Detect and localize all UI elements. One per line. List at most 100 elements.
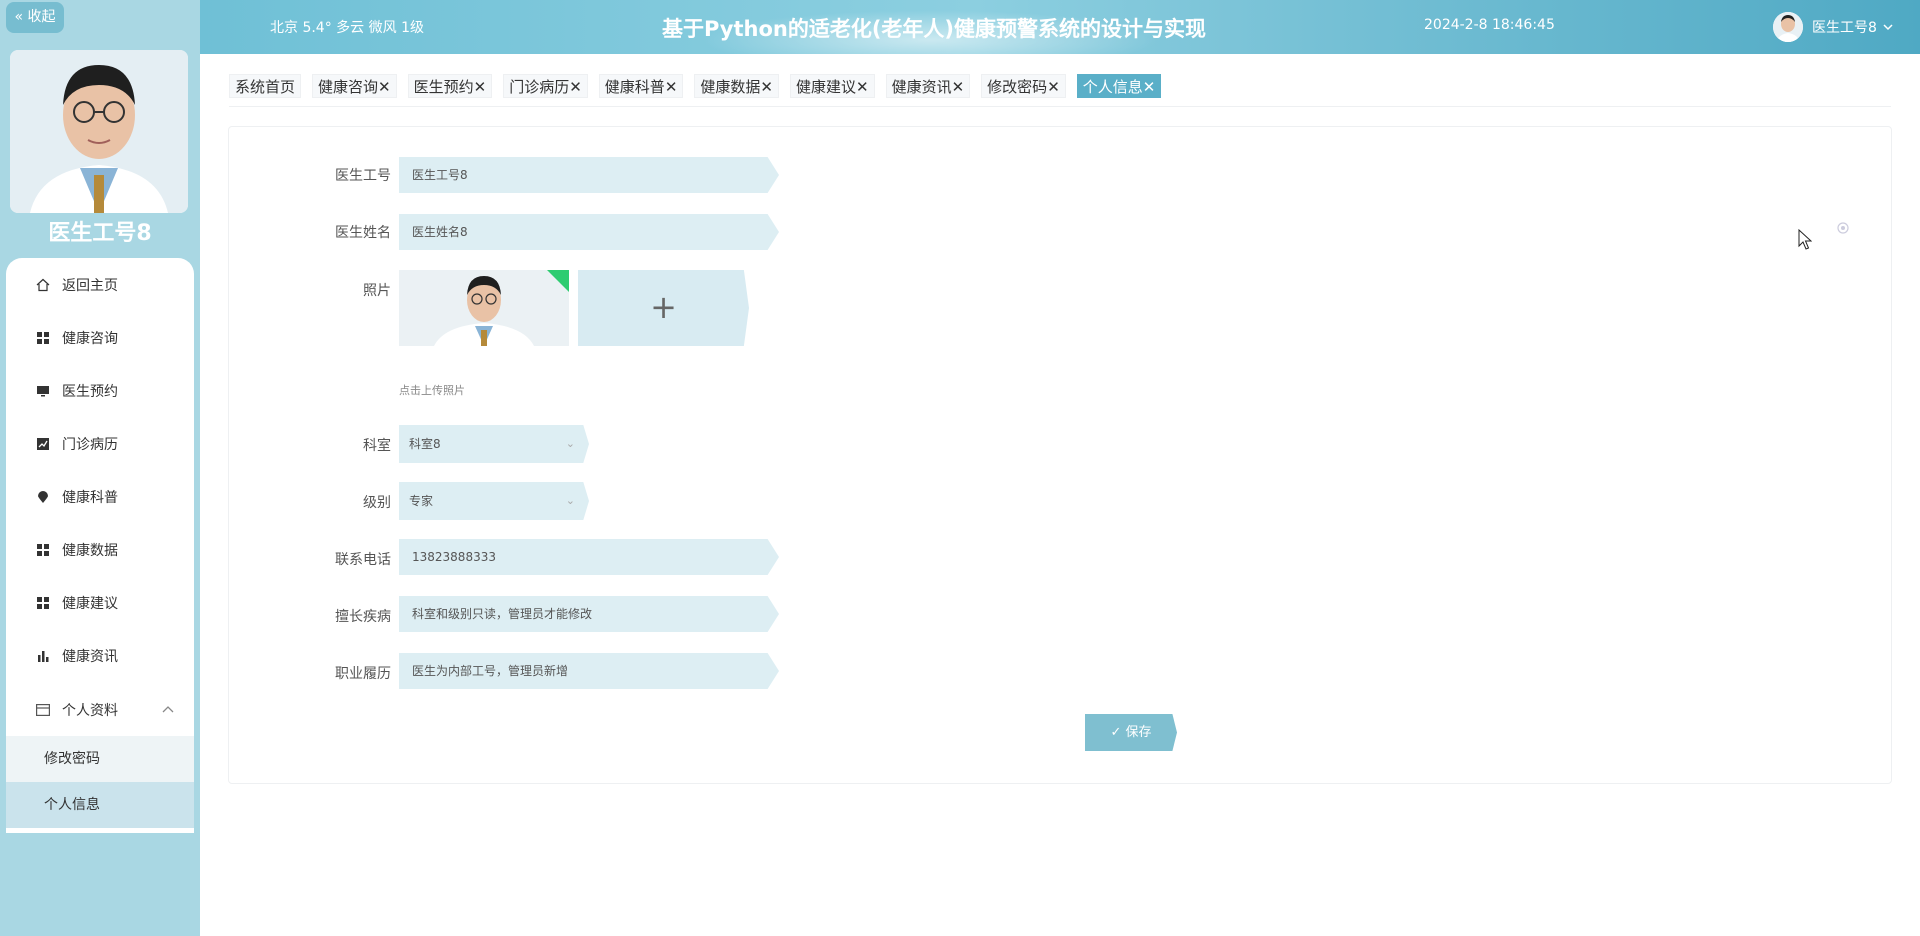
sidebar-item-label: 医生预约 xyxy=(62,383,118,400)
close-icon[interactable]: ✕ xyxy=(760,78,773,96)
close-icon[interactable]: ✕ xyxy=(1143,78,1156,96)
grid-icon xyxy=(36,331,50,345)
level-value: 专家 xyxy=(409,494,434,508)
tab-news[interactable]: 健康资讯✕ xyxy=(885,74,971,98)
tab-label: 健康建议 xyxy=(795,78,856,96)
tab-home[interactable]: 系统首页 xyxy=(229,74,302,98)
doctor-name-label: 医生姓名 xyxy=(335,225,391,241)
tab-appointment[interactable]: 医生预约✕ xyxy=(407,74,493,98)
sidebar-item-records[interactable]: 门诊病历 xyxy=(6,417,194,470)
sidebar: « 收起 医生工号8 返回主页 健康咨询 医生预约 门诊病历 健康科普 健康数据… xyxy=(0,0,200,936)
chevron-up-icon xyxy=(162,701,174,717)
grid-icon xyxy=(36,543,50,557)
tab-divider xyxy=(229,106,1891,107)
tab-data[interactable]: 健康数据✕ xyxy=(694,74,779,98)
tab-label: 门诊病历 xyxy=(509,78,570,96)
tab-label: 修改密码 xyxy=(987,78,1048,96)
chevron-down-icon xyxy=(1883,19,1893,35)
weather-info: 北京 5.4° 多云 微风 1级 xyxy=(270,20,424,36)
settings-icon[interactable] xyxy=(1836,221,1850,235)
tab-science[interactable]: 健康科普✕ xyxy=(598,74,684,98)
level-label: 级别 xyxy=(363,495,391,511)
close-icon[interactable]: ✕ xyxy=(474,78,487,96)
tab-label: 系统首页 xyxy=(235,78,296,96)
top-header: 北京 5.4° 多云 微风 1级 基于Python的适老化(老年人)健康预警系统… xyxy=(200,0,1920,54)
sidebar-item-label: 健康资讯 xyxy=(62,648,118,665)
close-icon[interactable]: ✕ xyxy=(1047,78,1060,96)
chevron-down-icon: ⌄ xyxy=(565,437,575,450)
sidebar-subitem-change-password[interactable]: 修改密码 xyxy=(6,736,194,782)
sidebar-item-label: 健康咨询 xyxy=(62,330,118,347)
phone-label: 联系电话 xyxy=(335,552,391,568)
phone-field[interactable]: 13823888333 xyxy=(399,539,779,575)
mouse-cursor-icon xyxy=(1798,228,1813,255)
sidebar-item-science[interactable]: 健康科普 xyxy=(6,470,194,523)
sidebar-item-news[interactable]: 健康资讯 xyxy=(6,629,194,682)
card-icon xyxy=(36,703,50,717)
page-title: 基于Python的适老化(老年人)健康预警系统的设计与实现 xyxy=(662,17,1207,41)
tab-change-password[interactable]: 修改密码✕ xyxy=(981,74,1066,98)
department-label: 科室 xyxy=(363,438,391,454)
career-field[interactable]: 医生为内部工号，管理员新增 xyxy=(399,653,779,689)
doctor-name-field[interactable]: 医生姓名8 xyxy=(399,214,779,250)
save-button[interactable]: ✓ 保存 xyxy=(1085,714,1177,751)
tab-label: 健康咨询 xyxy=(318,78,379,96)
tab-label: 健康数据 xyxy=(700,78,761,96)
avatar xyxy=(1773,12,1803,42)
tab-advice[interactable]: 健康建议✕ xyxy=(789,74,875,98)
chart-icon xyxy=(36,437,50,451)
department-select[interactable]: 科室8 ⌄ xyxy=(399,425,589,463)
user-menu[interactable]: 医生工号8 xyxy=(1773,12,1893,42)
department-value: 科室8 xyxy=(409,437,441,451)
sidebar-item-label: 健康科普 xyxy=(62,489,118,506)
close-icon[interactable]: ✕ xyxy=(856,78,869,96)
photo-label: 照片 xyxy=(363,283,391,299)
sidebar-item-label: 健康建议 xyxy=(62,595,118,612)
doctor-id-field[interactable]: 医生工号8 xyxy=(399,157,779,193)
close-icon[interactable]: ✕ xyxy=(378,78,391,96)
header-user-name: 医生工号8 xyxy=(1812,20,1877,36)
photo-upload-hint: 点击上传照片 xyxy=(399,384,465,397)
sidebar-item-home[interactable]: 返回主页 xyxy=(6,258,194,311)
sidebar-item-label: 个人资料 xyxy=(62,702,118,719)
plus-icon: + xyxy=(650,288,677,326)
chevron-down-icon: ⌄ xyxy=(565,494,575,507)
close-icon[interactable]: ✕ xyxy=(952,78,965,96)
sidebar-item-profile[interactable]: 个人资料 xyxy=(6,683,194,736)
sidebar-menu: 返回主页 健康咨询 医生预约 门诊病历 健康科普 健康数据 健康建议 健康资讯 … xyxy=(6,258,194,833)
collapse-button[interactable]: « 收起 xyxy=(6,2,64,33)
specialty-field[interactable]: 科室和级别只读，管理员才能修改 xyxy=(399,596,779,632)
grid-icon xyxy=(36,596,50,610)
close-icon[interactable]: ✕ xyxy=(569,78,582,96)
bar-chart-icon xyxy=(36,649,50,663)
home-icon xyxy=(36,278,50,292)
sidebar-item-appointment[interactable]: 医生预约 xyxy=(6,364,194,417)
photo-thumbnail[interactable] xyxy=(399,270,569,346)
pin-icon xyxy=(36,490,50,504)
tab-personal-info[interactable]: 个人信息✕ xyxy=(1076,74,1162,98)
datetime: 2024-2-8 18:46:45 xyxy=(1424,17,1555,33)
sidebar-item-advice[interactable]: 健康建议 xyxy=(6,576,194,629)
sidebar-item-label: 返回主页 xyxy=(62,277,118,294)
photo-check-tag xyxy=(547,270,569,292)
tab-label: 健康科普 xyxy=(604,78,665,96)
tab-consult[interactable]: 健康咨询✕ xyxy=(312,74,397,98)
monitor-icon xyxy=(36,384,50,398)
career-label: 职业履历 xyxy=(335,666,391,682)
doctor-id-label: 医生工号 xyxy=(335,168,391,184)
sidebar-item-consult[interactable]: 健康咨询 xyxy=(6,311,194,364)
sidebar-item-label: 门诊病历 xyxy=(62,436,118,453)
tab-label: 个人信息 xyxy=(1082,78,1143,96)
specialty-label: 擅长疾病 xyxy=(335,609,391,625)
sidebar-subitem-personal-info[interactable]: 个人信息 xyxy=(6,782,194,828)
tab-bar: 系统首页 健康咨询✕ 医生预约✕ 门诊病历✕ 健康科普✕ 健康数据✕ 健康建议✕… xyxy=(229,74,1172,98)
tab-label: 健康资讯 xyxy=(891,78,952,96)
tab-records[interactable]: 门诊病历✕ xyxy=(503,74,588,98)
sidebar-item-label: 健康数据 xyxy=(62,542,118,559)
sidebar-item-data[interactable]: 健康数据 xyxy=(6,523,194,576)
sidebar-user-name: 医生工号8 xyxy=(48,221,152,246)
close-icon[interactable]: ✕ xyxy=(665,78,678,96)
level-select[interactable]: 专家 ⌄ xyxy=(399,482,589,520)
photo-upload-button[interactable]: + xyxy=(578,270,749,346)
doctor-avatar xyxy=(10,50,188,213)
